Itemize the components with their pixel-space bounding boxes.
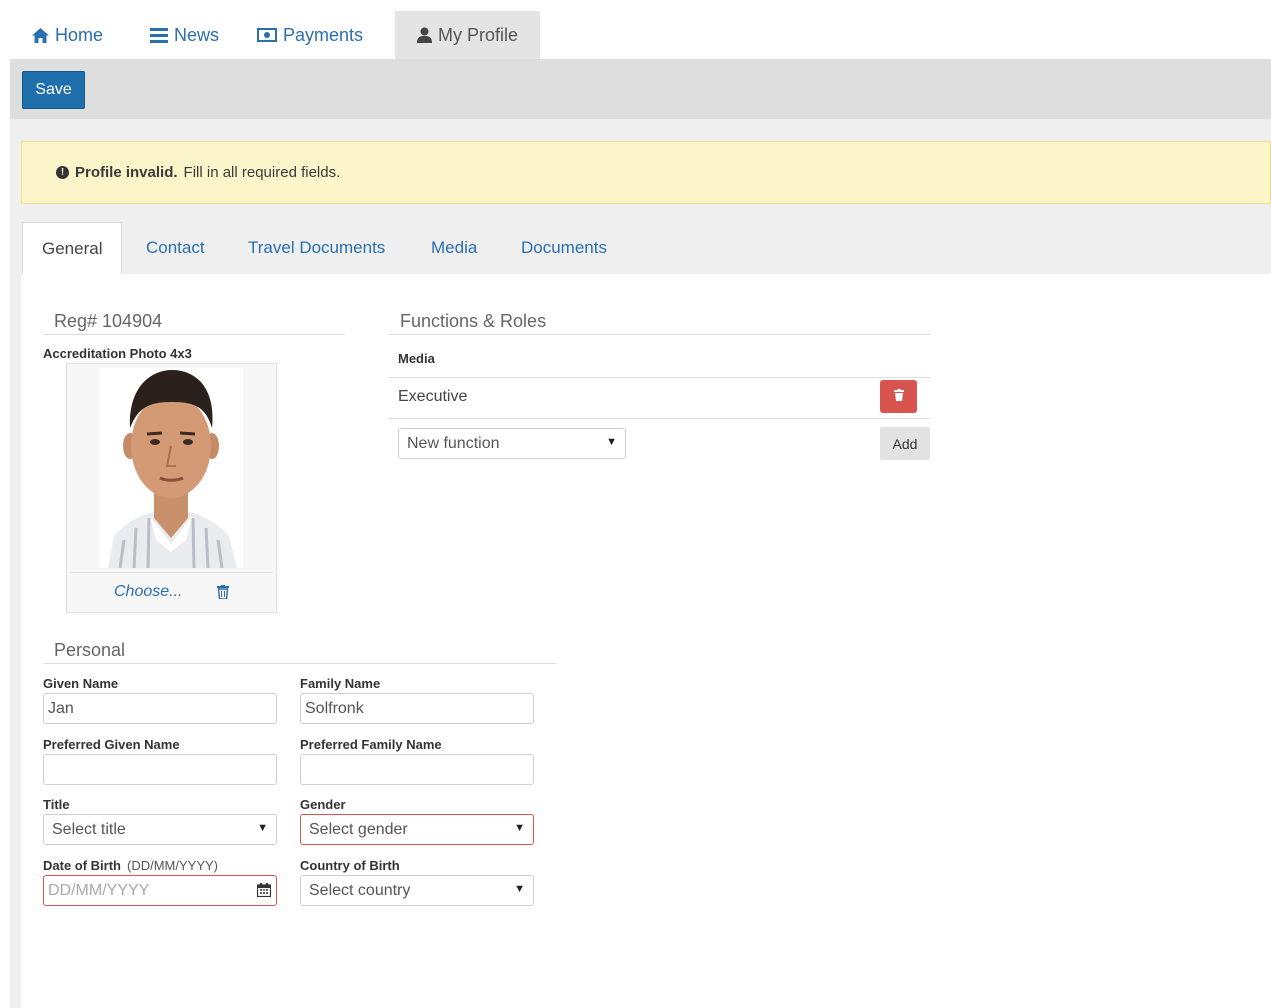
new-function-select[interactable]: New function ▼ [398, 428, 626, 459]
toolbar [10, 59, 1271, 119]
tab-contact[interactable]: Contact [146, 222, 205, 274]
preferred-family-name-label: Preferred Family Name [300, 737, 442, 752]
divider [389, 418, 930, 419]
given-name-field[interactable]: Jan [43, 693, 277, 724]
exclamation-icon: ! [56, 166, 69, 179]
preferred-family-name-field[interactable] [300, 754, 534, 785]
given-name-label: Given Name [43, 676, 119, 691]
tab-documents[interactable]: Documents [521, 222, 607, 274]
title-select[interactable]: Select title ▼ [43, 814, 277, 845]
delete-function-button[interactable] [880, 380, 917, 413]
divider [389, 377, 930, 378]
date-of-birth-field[interactable]: DD/MM/YYYY [43, 875, 277, 906]
accreditation-photo [100, 368, 243, 568]
nav-news[interactable]: News [150, 11, 219, 59]
function-item: Executive [398, 388, 468, 405]
tab-media[interactable]: Media [431, 222, 477, 274]
save-button[interactable]: Save [22, 71, 85, 109]
gender-select-value: Select gender [309, 820, 408, 838]
gender-select[interactable]: Select gender ▼ [300, 814, 534, 845]
date-of-birth-placeholder: DD/MM/YYYY [48, 881, 150, 899]
nav-payments-label: Payments [283, 24, 364, 45]
nav-my-profile-label: My Profile [438, 24, 519, 45]
functions-roles-title: Functions & Roles [400, 311, 547, 331]
gender-label: Gender [300, 797, 346, 812]
date-of-birth-label-text: Date of Birth [43, 858, 121, 873]
profile-invalid-alert: ! Profile invalid. Fill in all required … [21, 141, 1271, 204]
country-of-birth-select[interactable]: Select country ▼ [300, 875, 534, 906]
trash-icon [893, 388, 904, 406]
nav-my-profile[interactable]: My Profile [395, 11, 541, 59]
nav-home-label: Home [55, 24, 104, 45]
tab-bar [21, 222, 1271, 274]
divider [43, 334, 345, 335]
preferred-given-name-label: Preferred Given Name [43, 737, 180, 752]
registration-number: Reg# 104904 [54, 311, 163, 331]
caret-down-icon: ▼ [257, 822, 268, 834]
user-icon [417, 27, 432, 43]
calendar-icon[interactable] [256, 883, 272, 902]
nav-payments[interactable]: Payments [257, 11, 363, 59]
caret-down-icon: ▼ [514, 822, 525, 834]
family-name-field[interactable]: Solfronk [300, 693, 534, 724]
news-icon [150, 27, 168, 43]
title-label: Title [43, 797, 70, 812]
country-of-birth-label: Country of Birth [300, 858, 400, 873]
date-format-hint: (DD/MM/YYYY) [127, 858, 218, 873]
tab-general[interactable]: General [22, 222, 123, 274]
personal-title: Personal [54, 640, 126, 660]
functions-header: Media [398, 351, 435, 366]
nav-home[interactable]: Home [32, 11, 103, 59]
country-select-value: Select country [309, 881, 411, 899]
divider [389, 334, 930, 335]
trash-icon[interactable] [217, 585, 229, 604]
new-function-value: New function [407, 434, 500, 452]
title-select-value: Select title [52, 820, 126, 838]
nav-news-label: News [174, 24, 220, 45]
caret-down-icon: ▼ [606, 436, 617, 448]
tab-travel-documents[interactable]: Travel Documents [248, 222, 385, 274]
caret-down-icon: ▼ [514, 883, 525, 895]
alert-text: Fill in all required fields. [183, 164, 341, 181]
preferred-given-name-field[interactable] [43, 754, 277, 785]
add-function-button[interactable]: Add [880, 427, 930, 460]
alert-strong: Profile invalid. [75, 164, 178, 181]
choose-photo-link[interactable]: Choose... [114, 583, 182, 601]
home-icon [32, 27, 49, 43]
photo-divider [70, 572, 273, 573]
money-icon [257, 28, 277, 42]
photo-label: Accreditation Photo 4x3 [43, 346, 192, 361]
family-name-label: Family Name [300, 676, 381, 691]
date-of-birth-label: Date of Birth (DD/MM/YYYY) [43, 858, 218, 873]
divider [43, 663, 557, 664]
